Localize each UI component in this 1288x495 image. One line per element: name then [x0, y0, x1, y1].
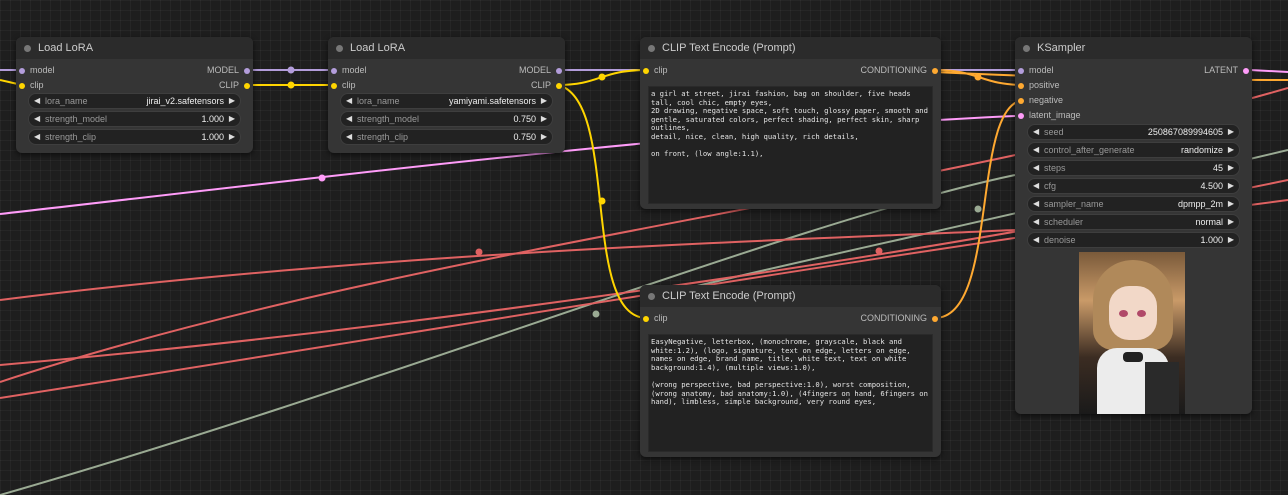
node-title[interactable]: CLIP Text Encode (Prompt)	[640, 285, 941, 307]
ksampler-node[interactable]: KSampler model positive negative latent_…	[1015, 37, 1252, 414]
node-title[interactable]: Load LoRA	[16, 37, 253, 59]
output-model[interactable]: MODEL	[207, 63, 250, 78]
input-latent-image[interactable]: latent_image	[1018, 108, 1081, 123]
clip-port-icon[interactable]	[556, 83, 562, 89]
increment-arrow-icon[interactable]: ▶	[1228, 143, 1234, 157]
strength-model-widget[interactable]: ◀ strength_model 1.000 ▶	[28, 111, 241, 127]
input-model[interactable]: model	[19, 63, 55, 78]
preview-image[interactable]	[1079, 252, 1185, 414]
increment-arrow-icon[interactable]: ▶	[541, 94, 547, 108]
node-title[interactable]: CLIP Text Encode (Prompt)	[640, 37, 941, 59]
decrement-arrow-icon[interactable]: ◀	[346, 130, 352, 144]
input-positive[interactable]: positive	[1018, 78, 1060, 93]
clip-port-icon[interactable]	[331, 83, 337, 89]
collapse-dot-icon[interactable]	[648, 45, 655, 52]
input-model[interactable]: model	[331, 63, 367, 78]
decrement-arrow-icon[interactable]: ◀	[34, 94, 40, 108]
preview-eye-right	[1137, 310, 1146, 317]
decrement-arrow-icon[interactable]: ◀	[34, 130, 40, 144]
lora-name-widget[interactable]: ◀ lora_name yamiyami.safetensors ▶	[340, 93, 553, 109]
decrement-arrow-icon[interactable]: ◀	[1033, 125, 1039, 139]
strength-clip-widget[interactable]: ◀ strength_clip 1.000 ▶	[28, 129, 241, 145]
decrement-arrow-icon[interactable]: ◀	[1033, 215, 1039, 229]
load-lora-node-2[interactable]: Load LoRA model clip MODEL CLIP ◀ lora_na…	[328, 37, 565, 153]
input-clip[interactable]: clip	[643, 311, 668, 326]
clip-text-encode-negative-node[interactable]: CLIP Text Encode (Prompt) clip CONDITION…	[640, 285, 941, 457]
output-conditioning[interactable]: CONDITIONING	[861, 63, 938, 78]
collapse-dot-icon[interactable]	[1023, 45, 1030, 52]
decrement-arrow-icon[interactable]: ◀	[1033, 197, 1039, 211]
increment-arrow-icon[interactable]: ▶	[1228, 125, 1234, 139]
steps-widget[interactable]: ◀ steps 45 ▶	[1027, 160, 1240, 176]
output-latent[interactable]: LATENT	[1204, 63, 1249, 78]
cfg-widget[interactable]: ◀ cfg 4.500 ▶	[1027, 178, 1240, 194]
load-lora-node-1[interactable]: Load LoRA model clip MODEL CLIP ◀ lora_na…	[16, 37, 253, 153]
decrement-arrow-icon[interactable]: ◀	[1033, 143, 1039, 157]
collapse-dot-icon[interactable]	[336, 45, 343, 52]
denoise-widget[interactable]: ◀ denoise 1.000 ▶	[1027, 232, 1240, 248]
clip-port-icon[interactable]	[19, 83, 25, 89]
output-clip[interactable]: CLIP	[219, 78, 250, 93]
collapse-dot-icon[interactable]	[24, 45, 31, 52]
node-title[interactable]: KSampler	[1015, 37, 1252, 59]
input-clip[interactable]: clip	[331, 78, 356, 93]
preview-jacket	[1145, 362, 1179, 414]
model-port-icon[interactable]	[1018, 68, 1024, 74]
increment-arrow-icon[interactable]: ▶	[1228, 233, 1234, 247]
increment-arrow-icon[interactable]: ▶	[1228, 215, 1234, 229]
conditioning-port-icon[interactable]	[1018, 83, 1024, 89]
decrement-arrow-icon[interactable]: ◀	[346, 112, 352, 126]
latent-port-icon[interactable]	[1243, 68, 1249, 74]
scheduler-widget[interactable]: ◀ scheduler normal ▶	[1027, 214, 1240, 230]
increment-arrow-icon[interactable]: ▶	[1228, 197, 1234, 211]
preview-bow	[1123, 352, 1143, 362]
model-port-icon[interactable]	[244, 68, 250, 74]
clip-port-icon[interactable]	[643, 68, 649, 74]
increment-arrow-icon[interactable]: ▶	[541, 130, 547, 144]
collapse-dot-icon[interactable]	[648, 293, 655, 300]
control-after-generate-widget[interactable]: ◀ control_after_generate randomize ▶	[1027, 142, 1240, 158]
model-port-icon[interactable]	[331, 68, 337, 74]
input-clip[interactable]: clip	[643, 63, 668, 78]
seed-widget[interactable]: ◀ seed 250867089994605 ▶	[1027, 124, 1240, 140]
conditioning-port-icon[interactable]	[932, 68, 938, 74]
decrement-arrow-icon[interactable]: ◀	[1033, 179, 1039, 193]
decrement-arrow-icon[interactable]: ◀	[1033, 233, 1039, 247]
output-model[interactable]: MODEL	[519, 63, 562, 78]
input-clip[interactable]: clip	[19, 78, 44, 93]
decrement-arrow-icon[interactable]: ◀	[1033, 161, 1039, 175]
increment-arrow-icon[interactable]: ▶	[541, 112, 547, 126]
prompt-textarea[interactable]: EasyNegative, letterbox, (monochrome, gr…	[648, 334, 933, 452]
clip-port-icon[interactable]	[244, 83, 250, 89]
latent-port-icon[interactable]	[1018, 113, 1024, 119]
decrement-arrow-icon[interactable]: ◀	[346, 94, 352, 108]
conditioning-port-icon[interactable]	[932, 316, 938, 322]
model-port-icon[interactable]	[19, 68, 25, 74]
decrement-arrow-icon[interactable]: ◀	[34, 112, 40, 126]
conditioning-port-icon[interactable]	[1018, 98, 1024, 104]
strength-model-widget[interactable]: ◀ strength_model 0.750 ▶	[340, 111, 553, 127]
output-clip[interactable]: CLIP	[531, 78, 562, 93]
preview-eye-left	[1119, 310, 1128, 317]
preview-face	[1109, 286, 1157, 340]
input-model[interactable]: model	[1018, 63, 1054, 78]
increment-arrow-icon[interactable]: ▶	[1228, 161, 1234, 175]
sampler-name-widget[interactable]: ◀ sampler_name dpmpp_2m ▶	[1027, 196, 1240, 212]
increment-arrow-icon[interactable]: ▶	[229, 94, 235, 108]
input-negative[interactable]: negative	[1018, 93, 1063, 108]
model-port-icon[interactable]	[556, 68, 562, 74]
increment-arrow-icon[interactable]: ▶	[1228, 179, 1234, 193]
lora-name-widget[interactable]: ◀ lora_name jirai_v2.safetensors ▶	[28, 93, 241, 109]
wire-latent-2	[1249, 69, 1288, 73]
increment-arrow-icon[interactable]: ▶	[229, 112, 235, 126]
node-title[interactable]: Load LoRA	[328, 37, 565, 59]
strength-clip-widget[interactable]: ◀ strength_clip 0.750 ▶	[340, 129, 553, 145]
output-conditioning[interactable]: CONDITIONING	[861, 311, 938, 326]
increment-arrow-icon[interactable]: ▶	[229, 130, 235, 144]
clip-port-icon[interactable]	[643, 316, 649, 322]
prompt-textarea[interactable]: a girl at street, jirai fashion, bag on …	[648, 86, 933, 204]
clip-text-encode-positive-node[interactable]: CLIP Text Encode (Prompt) clip CONDITION…	[640, 37, 941, 209]
